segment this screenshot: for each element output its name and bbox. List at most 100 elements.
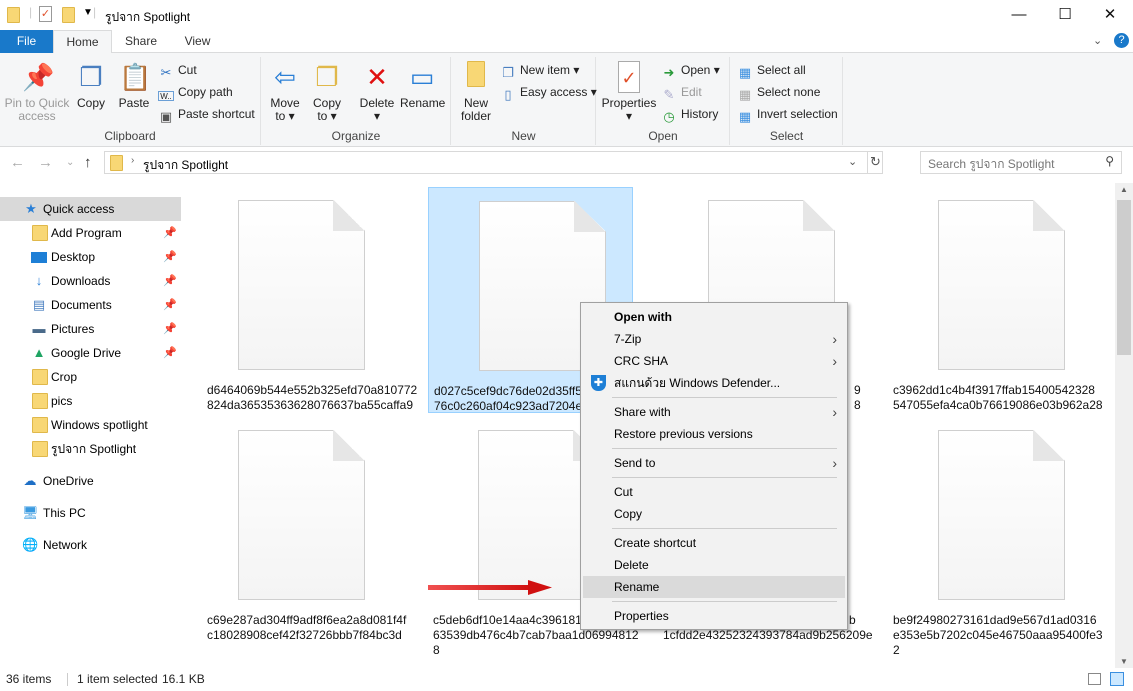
menu-item-copy[interactable]: Copy (583, 503, 845, 525)
address-dropdown-icon[interactable]: ⌄ (848, 155, 857, 168)
large-icons-view-icon[interactable] (1110, 672, 1124, 686)
details-view-icon[interactable] (1088, 673, 1101, 685)
group-label: Open (648, 129, 678, 143)
select-all-button[interactable]: ▦ Select all (737, 60, 806, 80)
file-tile[interactable]: d6464069b544e552b325efd70a810772 824da365… (188, 187, 417, 413)
recent-locations-button[interactable]: ⌄ (66, 157, 74, 168)
group-label: New (511, 129, 536, 143)
sidebar-item-this-pc[interactable]: 🖥 This PC (0, 501, 181, 525)
minimize-button[interactable]: — (996, 0, 1042, 30)
chevron-down-icon[interactable]: ⌄ (1093, 34, 1102, 47)
sidebar-item-pics[interactable]: pics (0, 389, 181, 413)
menu-item-scan-defender[interactable]: ✚ สแกนด้วย Windows Defender... (583, 372, 845, 394)
up-button[interactable]: ↑ (84, 154, 92, 171)
scroll-down-icon[interactable]: ▼ (1120, 657, 1128, 666)
scrollbar-thumb[interactable] (1117, 200, 1131, 355)
pin-icon: 📌 (22, 62, 55, 92)
sidebar-item-pictures[interactable]: ▬ Pictures 📌 (0, 317, 181, 341)
sidebar-item-desktop[interactable]: Desktop 📌 (0, 245, 181, 269)
maximize-button[interactable]: ☐ (1042, 0, 1088, 30)
menu-item-send-to[interactable]: Send to › (583, 452, 845, 474)
properties-button[interactable]: ✓ Properties ▾ (601, 61, 657, 123)
sidebar-item-crop[interactable]: Crop (0, 365, 181, 389)
menu-item-rename[interactable]: Rename (583, 576, 845, 598)
move-to-button[interactable]: ⇦ Move to ▾ (268, 61, 302, 123)
menu-item-delete[interactable]: Delete (583, 554, 845, 576)
paste-button[interactable]: 📋 Paste (116, 61, 152, 110)
red-arrow-annotation (428, 580, 552, 595)
sidebar-item-downloads[interactable]: ↓ Downloads 📌 (0, 269, 181, 293)
rename-icon: ▭ (409, 62, 435, 92)
navigation-bar: ← → ⌄ ↑ › รูปจาก Spotlight ⌄ ↻ Search รู… (0, 150, 1133, 176)
copy-button[interactable]: ❐ Copy (74, 61, 108, 110)
documents-icon: ▤ (32, 297, 46, 312)
back-button[interactable]: ← (10, 154, 25, 171)
menu-item-crc-sha[interactable]: CRC SHA › (583, 350, 845, 372)
edit-button[interactable]: ✎ Edit (661, 82, 702, 102)
ribbon: 📌 Pin to Quick access ❐ Copy 📋 Paste ✂ Cut W… (0, 53, 1133, 147)
pin-icon[interactable]: 📌 (163, 293, 177, 317)
select-none-button[interactable]: ▦ Select none (737, 82, 821, 102)
new-group: New folder ❐ New item ▾ ▯ Easy access ▾ Ne… (452, 57, 597, 145)
rename-button[interactable]: ▭ Rename (400, 61, 445, 110)
vertical-scrollbar[interactable]: ▲ ▼ (1115, 183, 1133, 668)
invert-selection-button[interactable]: ▦ Invert selection (737, 104, 838, 124)
new-folder-button[interactable]: New folder (458, 61, 494, 123)
menu-item-create-shortcut[interactable]: Create shortcut (583, 532, 845, 554)
scroll-up-icon[interactable]: ▲ (1120, 185, 1128, 194)
menu-item-7zip[interactable]: 7-Zip › (583, 328, 845, 350)
paste-shortcut-button[interactable]: ▣ Paste shortcut (158, 104, 255, 124)
properties-qat-icon[interactable]: ✓ (39, 6, 52, 22)
delete-button[interactable]: ✕ Delete ▾ (358, 61, 396, 123)
divider: | (29, 5, 33, 19)
sidebar-item-add-program[interactable]: Add Program 📌 (0, 221, 181, 245)
close-button[interactable]: ✕ (1087, 0, 1133, 30)
tab-home[interactable]: Home (53, 30, 112, 54)
history-button[interactable]: ◷ History (661, 104, 718, 124)
address-bar[interactable]: › รูปจาก Spotlight ⌄ ↻ (104, 151, 883, 174)
selection-size: 16.1 KB (162, 672, 205, 686)
pin-icon[interactable]: 📌 (163, 269, 177, 293)
tab-file[interactable]: File (0, 30, 53, 54)
sidebar-item-windows-spotlight[interactable]: Windows spotlight (0, 413, 181, 437)
menu-item-share-with[interactable]: Share with › (583, 401, 845, 423)
delete-x-icon: ✕ (366, 62, 388, 92)
sidebar-item-spotlight-pictures[interactable]: รูปจาก Spotlight (0, 437, 181, 461)
sidebar-item-network[interactable]: 🌐 Network (0, 533, 181, 557)
forward-button[interactable]: → (38, 154, 53, 171)
sidebar-item-quick-access[interactable]: ★ Quick access (0, 197, 181, 221)
tab-view[interactable]: View (170, 30, 225, 54)
file-tile[interactable]: be9f24980273161dad9e567d1ad0316 e353e5b72… (888, 417, 1103, 657)
easy-access-button[interactable]: ▯ Easy access ▾ (500, 82, 596, 102)
cut-button[interactable]: ✂ Cut (158, 60, 197, 80)
help-icon[interactable]: ? (1114, 33, 1129, 48)
tab-share[interactable]: Share (112, 30, 170, 54)
sidebar-item-documents[interactable]: ▤ Documents 📌 (0, 293, 181, 317)
customize-qat-icon[interactable]: ▼ (83, 7, 93, 18)
menu-item-restore-previous-versions[interactable]: Restore previous versions (583, 423, 845, 445)
history-icon: ◷ (663, 109, 675, 124)
pin-icon[interactable]: 📌 (163, 341, 177, 365)
menu-item-properties[interactable]: Properties (583, 605, 845, 627)
menu-item-cut[interactable]: Cut (583, 481, 845, 503)
pin-icon[interactable]: 📌 (163, 221, 177, 245)
sidebar-item-onedrive[interactable]: ☁ OneDrive (0, 469, 181, 493)
pin-icon[interactable]: 📌 (163, 245, 177, 269)
sidebar-item-google-drive[interactable]: ▲ Google Drive 📌 (0, 341, 181, 365)
new-folder-qat-icon[interactable] (62, 7, 75, 23)
address-path[interactable]: รูปจาก Spotlight (143, 156, 228, 175)
copy-to-button[interactable]: ❐ Copy to ▾ (310, 61, 344, 123)
file-tile[interactable]: c69e287ad304ff9adf8f6ea2a8d081f4f c180289… (188, 417, 406, 643)
refresh-icon[interactable]: ↻ (870, 154, 881, 170)
copy-path-button[interactable]: W.. Copy path (158, 82, 233, 102)
pin-to-quick-access-button[interactable]: 📌 Pin to Quick access (4, 61, 70, 123)
download-arrow-icon: ↓ (35, 273, 43, 288)
file-tile[interactable]: c3962dd1c4b4f3917ffab15400542328 547055ef… (888, 187, 1103, 413)
copy-to-icon: ❐ (315, 62, 339, 92)
pin-icon[interactable]: 📌 (163, 317, 177, 341)
open-button[interactable]: ➜ Open ▾ (661, 60, 720, 80)
menu-item-open-with[interactable]: Open with (583, 306, 845, 328)
search-input[interactable]: Search รูปจาก Spotlight ⚲ (920, 151, 1122, 174)
computer-icon: 🖥 (22, 505, 39, 520)
new-item-button[interactable]: ❐ New item ▾ (500, 60, 579, 80)
